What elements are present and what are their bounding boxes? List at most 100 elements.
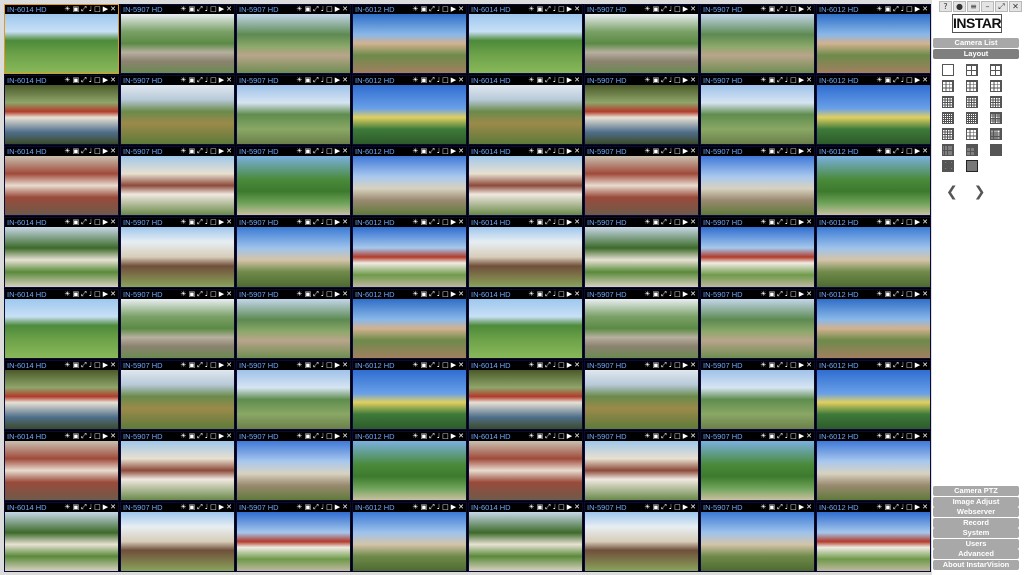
camera-video-feed[interactable] <box>121 369 234 429</box>
light-icon[interactable]: ☀ <box>296 5 302 14</box>
light-icon[interactable]: ☀ <box>876 5 882 14</box>
mic-icon[interactable]: ♩ <box>553 76 556 85</box>
camera-video-feed[interactable] <box>817 298 930 358</box>
fullscreen-icon[interactable]: ⤢ <box>313 503 319 512</box>
close-icon[interactable]: ✕ <box>458 290 464 299</box>
camera-video-feed[interactable] <box>701 369 814 429</box>
snapshot-icon[interactable]: □ <box>558 503 565 512</box>
close-icon[interactable]: ✕ <box>110 290 116 299</box>
fullscreen-icon[interactable]: ⤢ <box>313 432 319 441</box>
record-icon[interactable]: ▶ <box>915 361 920 370</box>
fullscreen-icon[interactable]: ⤢ <box>545 5 551 14</box>
record-icon[interactable]: ▶ <box>335 218 340 227</box>
camera-video-feed[interactable] <box>469 369 582 429</box>
snapshot-icon[interactable]: □ <box>94 5 101 14</box>
snapshot-icon[interactable]: □ <box>442 5 449 14</box>
fullscreen-icon[interactable]: ⤢ <box>545 147 551 156</box>
lock-icon[interactable]: ▣ <box>537 432 544 441</box>
light-icon[interactable]: ☀ <box>180 76 186 85</box>
record-icon[interactable]: ▶ <box>915 147 920 156</box>
camera-tile[interactable]: IN-5907 HD ☀ ▣ ⤢ ♩ □ ▶ ✕ <box>236 75 351 146</box>
lock-icon[interactable]: ▣ <box>885 147 892 156</box>
camera-tile[interactable]: IN-6014 HD ☀ ▣ ⤢ ♩ □ ▶ ✕ <box>468 4 583 75</box>
mic-icon[interactable]: ♩ <box>321 361 324 370</box>
snapshot-icon[interactable]: □ <box>558 432 565 441</box>
camera-tile[interactable]: IN-6014 HD ☀ ▣ ⤢ ♩ □ ▶ ✕ <box>4 359 119 430</box>
layout-5x5-icon[interactable] <box>966 112 978 124</box>
mic-icon[interactable]: ♩ <box>553 5 556 14</box>
camera-video-feed[interactable] <box>817 511 930 571</box>
mic-icon[interactable]: ♩ <box>901 361 904 370</box>
snapshot-icon[interactable]: □ <box>442 147 449 156</box>
fullscreen-icon[interactable]: ⤢ <box>661 432 667 441</box>
snapshot-icon[interactable]: □ <box>326 218 333 227</box>
close-icon[interactable]: ✕ <box>922 432 928 441</box>
fullscreen-icon[interactable]: ⤢ <box>197 432 203 441</box>
camera-video-feed[interactable] <box>701 85 814 145</box>
camera-tile[interactable]: IN-6014 HD ☀ ▣ ⤢ ♩ □ ▶ ✕ <box>468 217 583 288</box>
close-icon[interactable]: ✕ <box>806 432 812 441</box>
record-icon[interactable]: ▶ <box>799 147 804 156</box>
record-icon[interactable]: ▶ <box>915 5 920 14</box>
snapshot-icon[interactable]: □ <box>674 290 681 299</box>
camera-video-feed[interactable] <box>5 369 118 429</box>
close-icon[interactable]: ✕ <box>922 290 928 299</box>
camera-tile[interactable]: IN-5907 HD ☀ ▣ ⤢ ♩ □ ▶ ✕ <box>584 146 699 217</box>
camera-video-feed[interactable] <box>701 440 814 500</box>
camera-tile[interactable]: IN-6014 HD ☀ ▣ ⤢ ♩ □ ▶ ✕ <box>4 4 119 75</box>
fullscreen-icon[interactable]: ⤢ <box>893 218 899 227</box>
record-icon[interactable]: ▶ <box>683 218 688 227</box>
close-icon[interactable]: ✕ <box>110 361 116 370</box>
record-icon[interactable]: ▶ <box>451 76 456 85</box>
fullscreen-icon[interactable]: ⤢ <box>545 76 551 85</box>
close-icon[interactable]: ✕ <box>226 503 232 512</box>
mic-icon[interactable]: ♩ <box>669 432 672 441</box>
lock-icon[interactable]: ▣ <box>537 5 544 14</box>
mic-icon[interactable]: ♩ <box>205 5 208 14</box>
snapshot-icon[interactable]: □ <box>790 290 797 299</box>
light-icon[interactable]: ☀ <box>528 5 534 14</box>
camera-video-feed[interactable] <box>585 227 698 287</box>
mic-icon[interactable]: ♩ <box>901 5 904 14</box>
chevron-left-icon[interactable]: ❮ <box>946 184 958 200</box>
fullscreen-icon[interactable]: ⤢ <box>81 76 87 85</box>
close-icon[interactable]: ✕ <box>922 76 928 85</box>
fullscreen-icon[interactable]: ⤢ <box>777 147 783 156</box>
snapshot-icon[interactable]: □ <box>790 503 797 512</box>
close-icon[interactable]: ✕ <box>690 218 696 227</box>
snapshot-icon[interactable]: □ <box>326 147 333 156</box>
light-icon[interactable]: ☀ <box>528 147 534 156</box>
mic-icon[interactable]: ♩ <box>901 432 904 441</box>
light-icon[interactable]: ☀ <box>876 432 882 441</box>
snapshot-icon[interactable]: □ <box>326 432 333 441</box>
lock-icon[interactable]: ▣ <box>653 147 660 156</box>
snapshot-icon[interactable]: □ <box>210 503 217 512</box>
camera-tile[interactable]: IN-5907 HD ☀ ▣ ⤢ ♩ □ ▶ ✕ <box>584 75 699 146</box>
layout-1plus7-icon[interactable] <box>966 96 978 108</box>
fullscreen-icon[interactable]: ⤢ <box>661 361 667 370</box>
camera-tile[interactable]: IN-5907 HD ☀ ▣ ⤢ ♩ □ ▶ ✕ <box>700 75 815 146</box>
lock-icon[interactable]: ▣ <box>73 503 80 512</box>
fullscreen-icon[interactable]: ⤢ <box>197 290 203 299</box>
light-icon[interactable]: ☀ <box>296 503 302 512</box>
light-icon[interactable]: ☀ <box>644 290 650 299</box>
camera-tile[interactable]: IN-5907 HD ☀ ▣ ⤢ ♩ □ ▶ ✕ <box>120 4 235 75</box>
fullscreen-icon[interactable]: ⤢ <box>893 503 899 512</box>
record-icon[interactable]: ▶ <box>799 76 804 85</box>
light-icon[interactable]: ☀ <box>296 147 302 156</box>
lock-icon[interactable]: ▣ <box>73 432 80 441</box>
camera-tile[interactable]: IN-6014 HD ☀ ▣ ⤢ ♩ □ ▶ ✕ <box>4 75 119 146</box>
record-icon[interactable]: ▶ <box>915 503 920 512</box>
camera-video-feed[interactable] <box>701 227 814 287</box>
lock-icon[interactable]: ▣ <box>189 147 196 156</box>
snapshot-icon[interactable]: □ <box>442 432 449 441</box>
fullscreen-icon[interactable]: ⤢ <box>197 361 203 370</box>
close-icon[interactable]: ✕ <box>226 5 232 14</box>
camera-video-feed[interactable] <box>701 14 814 74</box>
close-icon[interactable]: ✕ <box>110 432 116 441</box>
lock-icon[interactable]: ▣ <box>305 432 312 441</box>
camera-video-feed[interactable] <box>121 511 234 571</box>
snapshot-icon[interactable]: □ <box>558 76 565 85</box>
mic-icon[interactable]: ♩ <box>553 147 556 156</box>
fullscreen-icon[interactable]: ⤢ <box>893 76 899 85</box>
